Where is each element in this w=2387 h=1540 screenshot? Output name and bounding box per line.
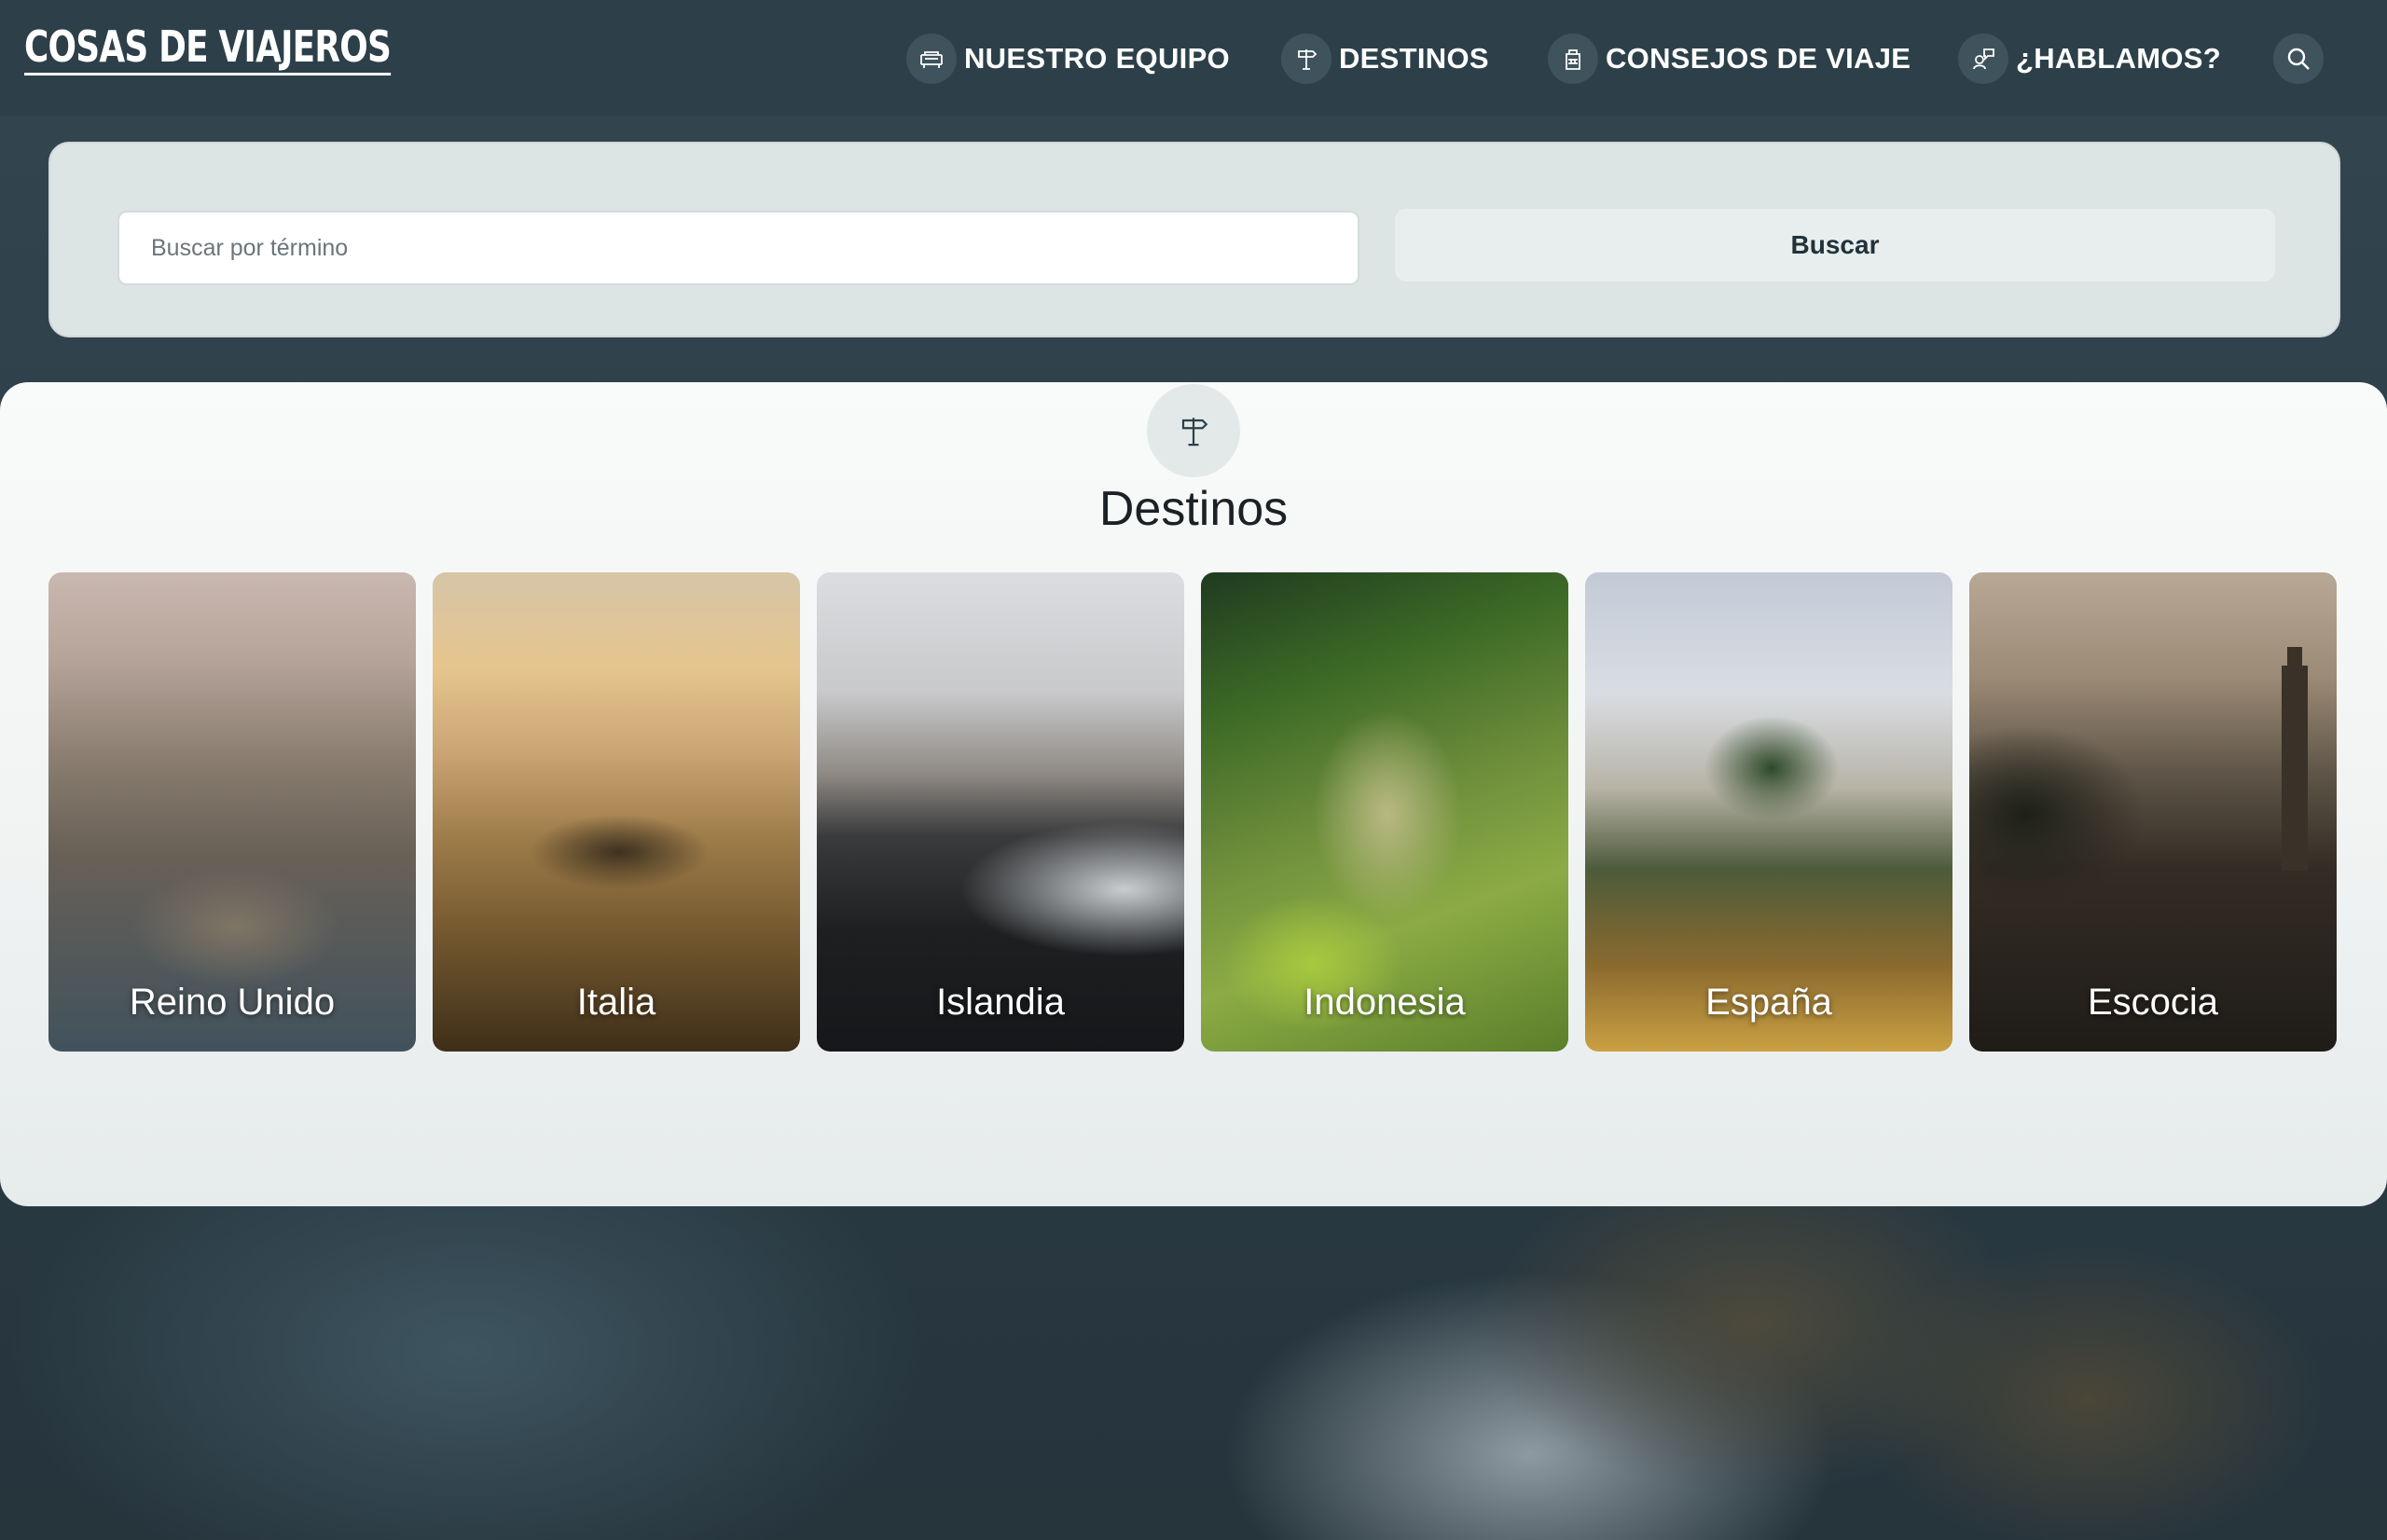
clock-tower-shape (2282, 666, 2308, 871)
nav-item-nuestro-equipo[interactable]: NUESTRO EQUIPO (906, 34, 1230, 84)
site-logo[interactable]: COSAS DE VIAJEROS (24, 22, 392, 76)
header-search-button[interactable] (2273, 34, 2324, 84)
destination-card-espana[interactable]: España (1585, 572, 1952, 1052)
destination-label: Italia (576, 982, 656, 1023)
nav-item-hablamos[interactable]: ¿HABLAMOS? (1958, 34, 2221, 84)
backpack-icon (1548, 34, 1598, 84)
nav-item-destinos[interactable]: DESTINOS (1281, 34, 1489, 84)
signpost-icon (1281, 34, 1331, 84)
destination-card-islandia[interactable]: Islandia (817, 572, 1184, 1052)
destination-card-indonesia[interactable]: Indonesia (1201, 572, 1568, 1052)
top-navigation-bar: COSAS DE VIAJEROS NUESTRO EQUIPO DESTINO… (0, 0, 2387, 116)
section-title: Destinos (1098, 482, 1289, 536)
destination-label: Escocia (2087, 982, 2219, 1023)
destination-label: Islandia (936, 982, 1065, 1023)
signpost-icon (1147, 384, 1240, 477)
nav-label-nuestro-equipo: NUESTRO EQUIPO (964, 42, 1230, 75)
search-input[interactable] (117, 211, 1359, 285)
destinations-section: Destinos Reino Unido Italia Islandia Ind… (0, 382, 2387, 1206)
destination-card-escocia[interactable]: Escocia (1969, 572, 2337, 1052)
destination-card-reino-unido[interactable]: Reino Unido (48, 572, 416, 1052)
destination-card-italia[interactable]: Italia (433, 572, 800, 1052)
nav-label-destinos: DESTINOS (1339, 42, 1489, 75)
search-icon (2287, 48, 2310, 70)
destination-label: Reino Unido (129, 982, 336, 1023)
search-panel: Buscar (48, 142, 2340, 337)
destination-label: España (1705, 982, 1832, 1023)
chat-icon (1958, 34, 2008, 84)
nav-label-hablamos: ¿HABLAMOS? (2016, 42, 2221, 75)
search-submit-button[interactable]: Buscar (1395, 209, 2275, 282)
nav-label-consejos-de-viaje: CONSEJOS DE VIAJE (1606, 42, 1911, 75)
sofa-icon (906, 34, 957, 84)
nav-item-consejos-de-viaje[interactable]: CONSEJOS DE VIAJE (1548, 34, 1911, 84)
destination-label: Indonesia (1304, 982, 1466, 1023)
